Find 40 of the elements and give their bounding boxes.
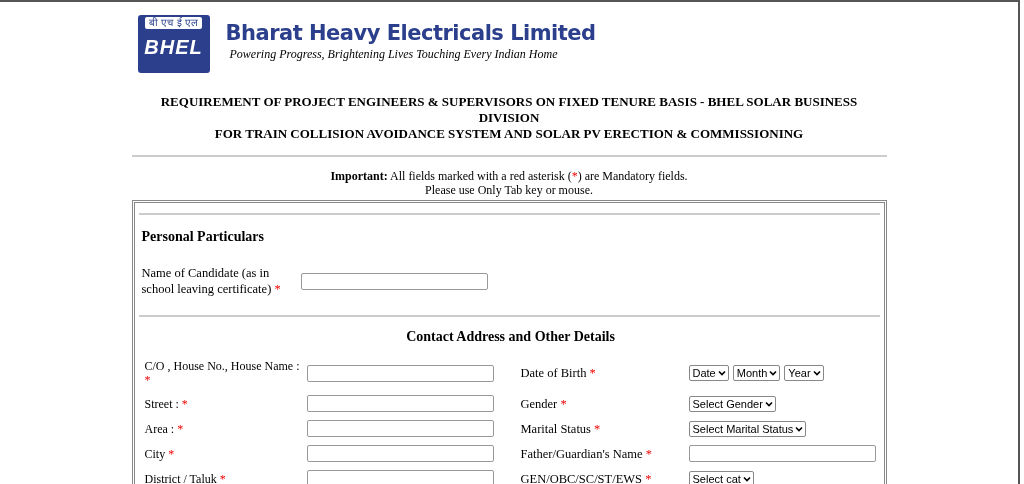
- chevron-down-icon: [764, 400, 773, 407]
- field-label: Area : *: [144, 421, 184, 436]
- field-label: Father/Guardian's Name *: [520, 446, 652, 461]
- section-heading: Personal Particulars: [141, 229, 265, 245]
- text-input[interactable]: [688, 445, 876, 462]
- company-tagline: Powering Progress, Brightening Lives Touching Every Indian Home: [229, 46, 559, 62]
- chevron-down-icon: [812, 370, 821, 376]
- chevron-down-icon: [717, 370, 726, 376]
- field-label: C/O , House No., House Name : *: [144, 359, 300, 387]
- field-label: Gender *: [520, 396, 567, 411]
- dropdown[interactable]: Year: [784, 365, 824, 381]
- chevron-down-icon: [769, 370, 778, 376]
- notice-text: Important: All fields marked with a red asterisk (*) are Mandatory fields.: [329, 169, 689, 183]
- page-title: FOR TRAIN COLLISION AVOIDANCE SYSTEM AND SOLAR PV ERECTION & COMMISSIONING: [213, 126, 805, 142]
- dropdown[interactable]: Select Marital Status: [688, 420, 807, 437]
- chevron-down-icon: [742, 475, 751, 482]
- page-title: REQUIREMENT OF PROJECT ENGINEERS & SUPERVISORS ON FIXED TENURE BASIS - BHEL SOLAR BUSINESS DIVISION: [159, 94, 859, 126]
- text-input[interactable]: [306, 364, 494, 382]
- text-input[interactable]: [306, 420, 494, 437]
- field-label: City *: [144, 446, 175, 461]
- logo-hindi-text: बी एच ई एल: [145, 17, 202, 29]
- field-label: GEN/OBC/SC/ST/EWS *: [520, 471, 652, 484]
- dropdown[interactable]: Select cat: [688, 470, 754, 484]
- field-label: Name of Candidate (as in school leaving certificate) *: [141, 266, 281, 296]
- notice-text: Please use Only Tab key or mouse.: [424, 183, 594, 197]
- company-name: Bharat Heavy Electricals Limited: [225, 20, 596, 46]
- section-heading: Contact Address and Other Details: [405, 329, 616, 345]
- text-input[interactable]: [306, 470, 494, 484]
- dropdown[interactable]: Month: [732, 365, 781, 381]
- field-label: District / Taluk *: [144, 471, 226, 484]
- field-label: Date of Birth *: [520, 366, 596, 380]
- dropdown[interactable]: Date: [688, 365, 729, 381]
- text-input[interactable]: [306, 395, 494, 412]
- dropdown[interactable]: Select Gender: [688, 395, 776, 412]
- text-input[interactable]: [300, 272, 488, 290]
- logo-abbreviation: BHEL: [144, 35, 203, 60]
- chevron-down-icon: [795, 425, 804, 432]
- field-label: Street : *: [144, 396, 188, 411]
- field-label: Marital Status *: [520, 421, 601, 436]
- text-input[interactable]: [306, 445, 494, 462]
